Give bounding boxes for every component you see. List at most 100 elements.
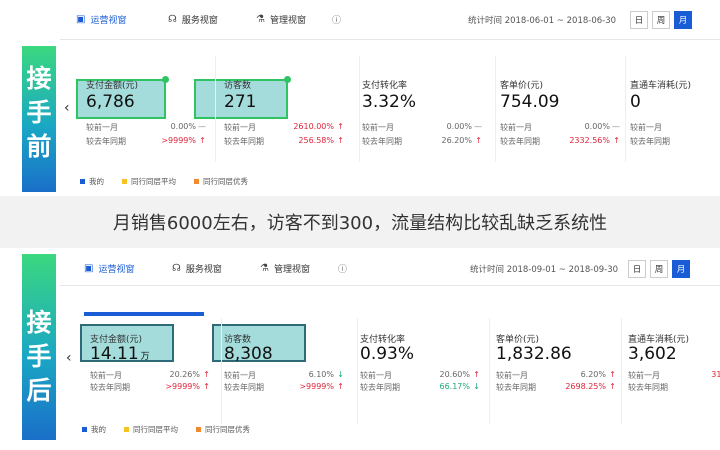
- flask-icon: ⚗: [256, 14, 265, 25]
- period-switcher: 日 周 月: [626, 0, 692, 39]
- date-range: 统计时间 2018-06-01 ~ 2018-06-30: [468, 15, 617, 26]
- metric-card-payment[interactable]: 支付金额(元) 14.11 万 较前一月 20.26% ↑ 较去年同期 >9999% ↑: [90, 318, 222, 424]
- compare-last-year: 较去年同期 66.17% ↓: [360, 382, 480, 392]
- period-week-button[interactable]: 周: [652, 10, 670, 29]
- compare-prev-month: 较前一月 0.00% —: [500, 122, 620, 132]
- arrow-up-icon: ↑: [609, 370, 616, 379]
- period-day-button[interactable]: 日: [628, 259, 646, 278]
- compare-last-year: 较去年同期: [630, 137, 670, 146]
- tab-label: 运营视窗: [98, 265, 135, 275]
- arrow-up-icon: ↑: [475, 136, 482, 145]
- arrow-up-icon: ↑: [203, 370, 210, 379]
- tab-service[interactable]: ☊ 服务视窗: [168, 0, 218, 39]
- compare-last-year: 较去年同期 256.58% ↑: [224, 136, 344, 146]
- headset-icon: ☊: [172, 263, 181, 274]
- compare-prev-month: 较前一月 20.60% ↑: [360, 370, 480, 380]
- before-side-label: 接 手 前: [22, 46, 56, 192]
- headset-icon: ☊: [168, 14, 177, 25]
- compare-last-year: 较去年同期 >9999% ↑: [224, 382, 344, 392]
- compare-value: >9999%: [299, 382, 334, 391]
- metric-value: 0: [630, 92, 641, 112]
- period-week-button[interactable]: 周: [650, 259, 668, 278]
- compare-last-year: 较去年同期 2698.25% ↑: [496, 382, 616, 392]
- metric-card-visitors[interactable]: 访客数 8,308 较前一月 6.10% ↓ 较去年同期 >9999% ↑: [224, 318, 358, 424]
- legend-item-mine: 我的: [80, 176, 104, 187]
- legend-item-avg: 同行同层平均: [122, 176, 176, 187]
- compare-value: >9999%: [165, 382, 200, 391]
- side-char: 手: [26, 342, 52, 371]
- compare-prev-month: 较前一月31.: [628, 370, 720, 381]
- period-month-button[interactable]: 月: [672, 259, 690, 278]
- legend-swatch: [194, 179, 199, 184]
- metric-value: 754.09: [500, 92, 560, 112]
- period-switcher: 日 周 月: [624, 252, 690, 285]
- metric-card-ads-spend[interactable]: 直通车消耗(元) 3,602 较前一月31. 较去年同期: [628, 318, 720, 424]
- legend-item-avg: 同行同层平均: [124, 424, 178, 435]
- side-char: 接: [26, 308, 52, 337]
- side-char: 手: [26, 98, 52, 127]
- compare-prev-month: 较前一月 2610.00% ↑: [224, 122, 344, 132]
- flask-icon: ⚗: [260, 263, 269, 274]
- caption: 月销售6000左右，访客不到300，流量结构比较乱缺乏系统性: [0, 196, 720, 248]
- metric-cards: 支付金额(元) 6,786 较前一月 0.00% — 较去年同期 >9999% ↑ 访客…: [60, 56, 720, 166]
- legend-swatch: [196, 427, 201, 432]
- compare-prev-month: 较前一月 6.10% ↓: [224, 370, 344, 380]
- compare-last-year: 较去年同期 >9999% ↑: [90, 382, 210, 392]
- active-metric-indicator: [84, 312, 204, 316]
- legend: 我的 同行同层平均 同行同层优秀: [82, 424, 268, 435]
- arrow-up-icon: ↑: [203, 382, 210, 391]
- metric-card-conversion[interactable]: 支付转化率 0.93% 较前一月 20.60% ↑ 较去年同期 66.17% ↓: [360, 318, 490, 424]
- compare-last-year: 较去年同期 26.20% ↑: [362, 136, 482, 146]
- metric-card-payment[interactable]: 支付金额(元) 6,786 较前一月 0.00% — 较去年同期 >9999% ↑: [86, 56, 216, 162]
- compare-value: 0.00%: [170, 122, 196, 131]
- period-month-button[interactable]: 月: [674, 10, 692, 29]
- period-day-button[interactable]: 日: [630, 10, 648, 29]
- compare-value: 2610.00%: [293, 122, 334, 131]
- metric-card-conversion[interactable]: 支付转化率 3.32% 较前一月 0.00% — 较去年同期 26.20% ↑: [362, 56, 496, 162]
- compare-value: 26.20%: [441, 136, 472, 145]
- compare-value: 2698.25%: [565, 382, 606, 391]
- metric-card-ads-spend[interactable]: 直通车消耗(元) 0 较前一月 较去年同期: [630, 56, 720, 162]
- tab-operations[interactable]: ▣ 运营视窗: [76, 0, 126, 39]
- side-char: 接: [26, 64, 52, 93]
- metric-card-aov[interactable]: 客单价(元) 754.09 较前一月 0.00% — 较去年同期 2332.56% ↑: [500, 56, 626, 162]
- tab-label: 服务视窗: [185, 265, 222, 275]
- info-icon[interactable]: ⓘ: [332, 0, 341, 39]
- metric-card-visitors[interactable]: 访客数 271 较前一月 2610.00% ↑ 较去年同期 256.58% ↑: [224, 56, 360, 162]
- metric-value: 0.93%: [360, 344, 415, 364]
- metric-label: 支付金额(元): [86, 81, 139, 91]
- metric-card-aov[interactable]: 客单价(元) 1,832.86 较前一月 6.20% ↑ 较去年同期 2698.25%…: [496, 318, 622, 424]
- window-icon: ▣: [76, 14, 86, 25]
- chevron-left-icon[interactable]: ‹: [66, 350, 72, 366]
- window-icon: ▣: [84, 263, 94, 274]
- compare-last-year: 较去年同期: [628, 383, 668, 392]
- compare-value: >9999%: [161, 136, 196, 145]
- compare-value: 20.60%: [439, 370, 470, 379]
- metric-label: 客单价(元): [500, 81, 544, 91]
- arrow-up-icon: ↑: [609, 382, 616, 391]
- before-panel: 接 手 前 ▣ 运营视窗 ☊ 服务视窗 ⚗ 管理视窗 ⓘ 统计时间 2018-0…: [0, 0, 720, 192]
- legend-swatch: [122, 179, 127, 184]
- legend: 我的 同行同层平均 同行同层优秀: [80, 176, 266, 187]
- compare-last-year: 较去年同期 2332.56% ↑: [500, 136, 620, 146]
- tab-operations[interactable]: ▣ 运营视窗: [84, 252, 134, 285]
- metric-value: 1,832.86: [496, 344, 572, 364]
- after-side-label: 接 手 后: [22, 254, 56, 440]
- arrow-up-icon: ↑: [613, 136, 620, 145]
- metric-label: 支付转化率: [362, 81, 408, 91]
- flat-dash-icon: —: [474, 122, 482, 131]
- compare-value: 6.20%: [580, 370, 606, 379]
- tab-label: 服务视窗: [181, 16, 218, 26]
- tab-management[interactable]: ⚗ 管理视窗: [260, 252, 310, 285]
- tab-label: 运营视窗: [90, 16, 127, 26]
- info-icon[interactable]: ⓘ: [338, 252, 347, 285]
- metric-value: 271: [224, 92, 257, 112]
- tab-label: 管理视窗: [269, 16, 306, 26]
- arrow-up-icon: ↑: [473, 370, 480, 379]
- tab-management[interactable]: ⚗ 管理视窗: [256, 0, 306, 39]
- arrow-down-icon: ↓: [337, 370, 344, 379]
- tab-service[interactable]: ☊ 服务视窗: [172, 252, 222, 285]
- arrow-up-icon: ↑: [337, 136, 344, 145]
- metric-label: 直通车消耗(元): [630, 81, 692, 91]
- compare-value: 20.26%: [169, 370, 200, 379]
